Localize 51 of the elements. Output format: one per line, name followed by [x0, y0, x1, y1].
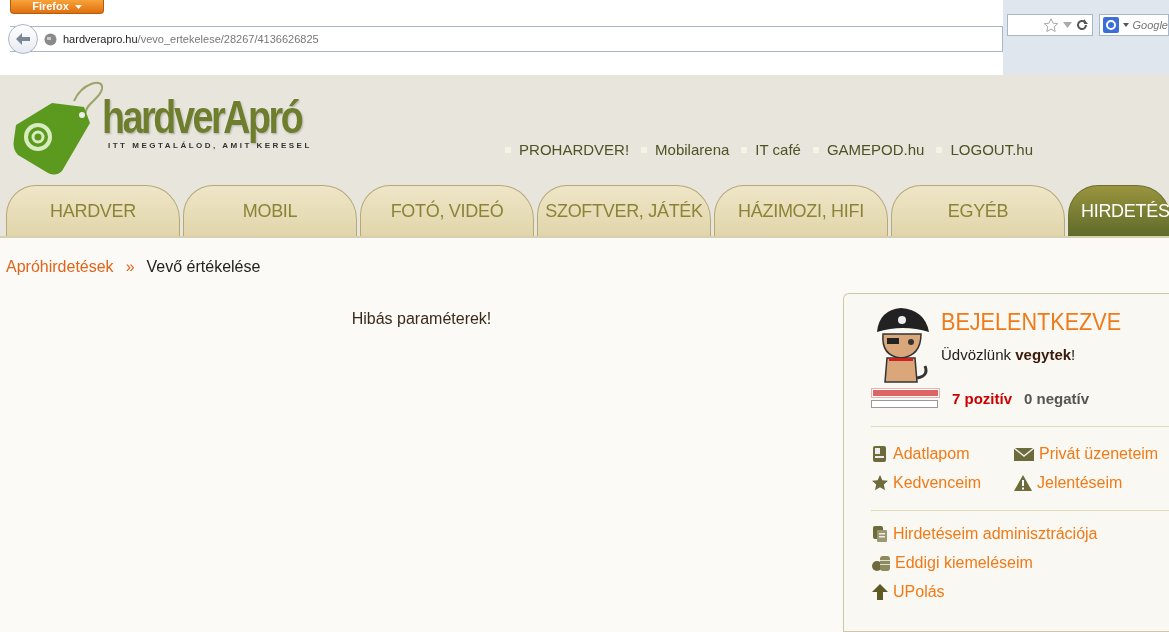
- category-tab[interactable]: HÁZIMOZI, HIFI: [714, 185, 888, 236]
- back-button[interactable]: [8, 24, 38, 54]
- url-path: /vevo_ertekelese/28267/4136626825: [137, 33, 319, 45]
- documents-icon: [871, 525, 889, 543]
- panel-link[interactable]: Hirdetéseim adminisztrációja: [871, 525, 1169, 543]
- category-tab[interactable]: FOTÓ, VIDEÓ: [360, 185, 534, 236]
- panel-link[interactable]: UPolás: [871, 583, 1169, 601]
- caret-icon: [1122, 23, 1129, 27]
- id-card-icon: [871, 445, 889, 463]
- negative-count[interactable]: 0 negatív: [1024, 389, 1090, 407]
- firefox-menu-button[interactable]: Firefox: [10, 0, 104, 14]
- breadcrumb-current: Vevő értékelése: [146, 258, 261, 276]
- address-bar[interactable]: hardverapro.hu/vevo_ertekelese/28267/4136626825: [10, 26, 1003, 52]
- network-link[interactable]: LOGOUT.hu: [936, 141, 1033, 158]
- breadcrumb-link[interactable]: Apróhirdetések: [6, 258, 114, 276]
- positive-count[interactable]: 7 pozitív: [952, 389, 1012, 407]
- envelope-icon: [1013, 445, 1035, 463]
- category-tab[interactable]: HIRDETÉS: [1068, 185, 1169, 236]
- breadcrumb-separator: »: [125, 258, 135, 276]
- panel-link[interactable]: Eddigi kiemeléseim: [871, 554, 1169, 572]
- bookmark-star-icon[interactable]: [1042, 17, 1059, 33]
- category-tab[interactable]: MOBIL: [183, 185, 357, 236]
- logo-wordmark[interactable]: hardverApró: [102, 93, 302, 141]
- panel-link[interactable]: Kedvenceim: [871, 474, 1013, 492]
- search-engine-icon: [1102, 17, 1119, 33]
- panel-title: BEJELENTKEZVE: [941, 308, 1122, 336]
- search-field[interactable]: Google: [1098, 14, 1169, 36]
- coins-icon: [871, 554, 891, 572]
- reload-icon[interactable]: [1075, 19, 1088, 31]
- welcome-text: Üdvözlünk vegytek!: [941, 346, 1077, 363]
- panel-link[interactable]: Adatlapom: [871, 445, 1013, 463]
- star-icon: [871, 474, 889, 492]
- back-arrow-icon: [16, 33, 30, 45]
- up-arrow-icon: [871, 583, 889, 601]
- category-tab[interactable]: HARDVER: [6, 185, 180, 236]
- network-link[interactable]: PROHARDVER!: [505, 141, 630, 158]
- url-host: hardverapro.hu: [63, 33, 138, 45]
- category-tab[interactable]: SZOFTVER, JÁTÉK: [537, 185, 711, 236]
- panel-link[interactable]: Jelentéseim: [1013, 474, 1169, 492]
- network-link[interactable]: Mobilarena: [641, 141, 730, 158]
- network-link[interactable]: GAMEPOD.hu: [812, 141, 925, 158]
- search-placeholder: Google: [1132, 19, 1168, 31]
- category-tab[interactable]: EGYÉB: [891, 185, 1065, 236]
- network-link[interactable]: IT café: [741, 141, 801, 158]
- warning-icon: [1013, 474, 1033, 492]
- negative-rating-bar: [871, 400, 938, 408]
- caret-icon: [74, 4, 82, 9]
- globe-icon: [44, 32, 57, 46]
- error-message: Hibás paraméterek!: [350, 310, 493, 328]
- dropdown-caret-icon[interactable]: [1062, 22, 1072, 28]
- panel-link[interactable]: Privát üzeneteim: [1013, 445, 1169, 463]
